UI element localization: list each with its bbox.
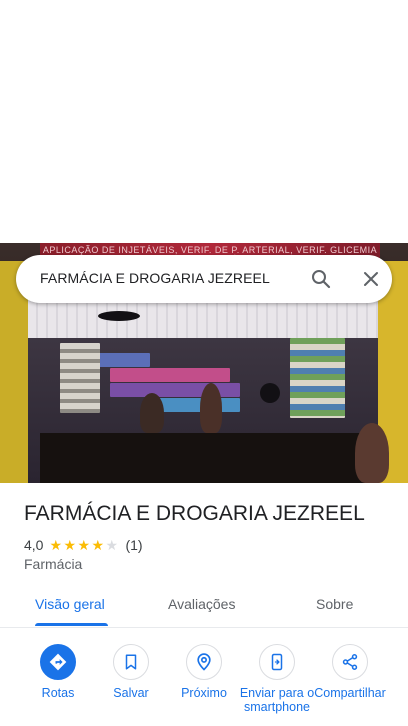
- tab-reviews[interactable]: Avaliações: [168, 596, 235, 612]
- directions-icon: [40, 644, 76, 680]
- nearby-button[interactable]: Próximo: [164, 644, 244, 700]
- send-to-phone-icon: [259, 644, 295, 680]
- review-count[interactable]: (1): [125, 537, 142, 553]
- photo-person: [140, 393, 164, 433]
- rating-stars: ★ ★ ★ ★ ★: [49, 538, 119, 552]
- tab-indicator: [35, 623, 108, 626]
- place-title: FARMÁCIA E DROGARIA JEZREEL: [24, 502, 365, 525]
- action-bar: Rotas Salvar Próximo Enviar para o smart…: [0, 644, 408, 726]
- directions-button[interactable]: Rotas: [18, 644, 98, 700]
- star-icon: ★: [49, 537, 63, 553]
- directions-label: Rotas: [41, 686, 75, 700]
- rating-row[interactable]: 4,0 ★ ★ ★ ★ ★ (1): [24, 536, 143, 554]
- search-icon[interactable]: [309, 267, 333, 291]
- share-label: Compartilhar: [314, 686, 386, 700]
- photo-person: [355, 423, 389, 483]
- tab-bar: Visão geral Avaliações Sobre: [0, 586, 408, 628]
- send-to-phone-label: Enviar para o smartphone: [239, 686, 315, 714]
- share-icon: [332, 644, 368, 680]
- nearby-icon: [186, 644, 222, 680]
- save-label: Salvar: [113, 686, 149, 700]
- search-bar[interactable]: FARMÁCIA E DROGARIA JEZREEL: [16, 255, 392, 303]
- send-to-phone-button[interactable]: Enviar para o smartphone: [237, 644, 317, 714]
- share-button[interactable]: Compartilhar: [310, 644, 390, 700]
- photo-person: [200, 383, 222, 433]
- nearby-label: Próximo: [181, 686, 227, 700]
- map-blank-area: [0, 0, 408, 243]
- tab-overview[interactable]: Visão geral: [35, 596, 105, 612]
- rating-value: 4,0: [24, 537, 44, 553]
- place-category[interactable]: Farmácia: [24, 556, 82, 572]
- tab-about[interactable]: Sobre: [316, 596, 353, 612]
- photo-fan: [98, 311, 140, 321]
- photo-fan: [260, 383, 280, 403]
- photo-shelf: [110, 368, 230, 382]
- star-icon: ★: [63, 537, 77, 553]
- search-input[interactable]: FARMÁCIA E DROGARIA JEZREEL: [40, 270, 270, 286]
- photo-counter: [40, 433, 370, 483]
- photo-shelf: [290, 338, 345, 418]
- bookmark-icon: [113, 644, 149, 680]
- save-button[interactable]: Salvar: [91, 644, 171, 700]
- close-icon[interactable]: [359, 267, 383, 291]
- star-icon: ★: [105, 537, 119, 553]
- photo-shelf: [60, 343, 100, 413]
- star-icon: ★: [77, 537, 91, 553]
- star-icon: ★: [91, 537, 105, 553]
